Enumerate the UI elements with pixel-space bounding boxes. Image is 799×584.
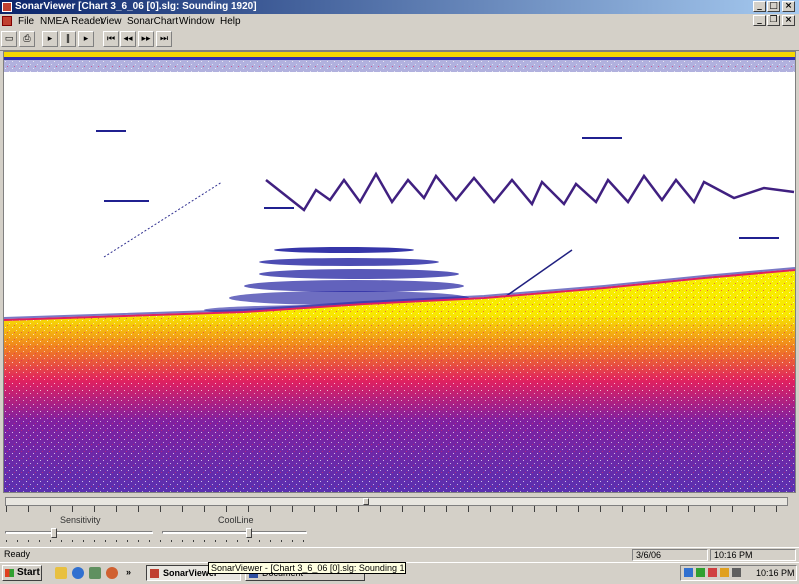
sonar-chart-view[interactable] <box>3 51 796 493</box>
menu-nmea-reader[interactable]: NMEA Reader <box>40 14 104 29</box>
tray-alert-icon[interactable] <box>708 568 717 577</box>
window-title: SonarViewer [Chart 3_6_06 [0].slg: Sound… <box>15 1 257 12</box>
start-button[interactable]: Start <box>2 565 42 581</box>
diagonal-trace <box>103 181 223 258</box>
skip-start-icon[interactable]: ⏮ <box>103 31 119 47</box>
pause-icon[interactable]: ‖ <box>60 31 76 47</box>
menu-help[interactable]: Help <box>220 14 241 29</box>
tray-volume-icon[interactable] <box>720 568 729 577</box>
doc-minimize-icon[interactable]: _ <box>753 15 766 26</box>
slider-ticks <box>6 540 306 542</box>
menu-bar: File NMEA Reader View SonarChart Window … <box>0 14 799 29</box>
quicklaunch-chevron-icon[interactable]: » <box>126 567 131 577</box>
open-icon[interactable]: ▭ <box>1 31 17 47</box>
app-icon[interactable] <box>2 2 12 12</box>
system-tray: 10:16 PM <box>680 565 797 581</box>
sawtooth-trace <box>265 171 795 212</box>
tray-clock[interactable]: 10:16 PM <box>756 566 795 580</box>
scroll-ticks <box>6 506 787 512</box>
browser-icon[interactable] <box>72 567 84 579</box>
toolbar: ▭ ⎙ ▸ ‖ ▸ ⏮ ◂◂ ▸▸ ⏭ <box>0 29 799 51</box>
doc-restore-icon[interactable]: ❐ <box>767 15 780 26</box>
print-icon[interactable]: ⎙ <box>19 31 35 47</box>
menu-window[interactable]: Window <box>179 14 215 29</box>
sensitivity-label: Sensitivity <box>60 515 101 525</box>
desktop-icon[interactable] <box>55 567 67 579</box>
step-forward-icon[interactable]: ▸ <box>78 31 94 47</box>
fast-forward-icon[interactable]: ▸▸ <box>138 31 154 47</box>
title-bar: SonarViewer [Chart 3_6_06 [0].slg: Sound… <box>0 0 799 14</box>
windows-logo-icon <box>5 569 14 577</box>
doc-close-icon[interactable]: × <box>782 15 795 26</box>
scrollbar-thumb[interactable] <box>362 498 369 505</box>
play-icon[interactable]: ▸ <box>42 31 58 47</box>
skip-end-icon[interactable]: ⏭ <box>156 31 172 47</box>
tray-shield-icon[interactable] <box>696 568 705 577</box>
sonarviewer-task-icon <box>150 569 159 578</box>
close-icon[interactable]: × <box>782 1 795 12</box>
status-date: 3/6/06 <box>632 549 708 561</box>
task-tooltip: SonarViewer - [Chart 3_6_06 [0].slg: Sou… <box>208 562 406 574</box>
minimize-icon[interactable]: _ <box>753 1 766 12</box>
coolline-slider-thumb[interactable] <box>246 528 252 538</box>
surface-band <box>4 52 795 57</box>
start-label: Start <box>17 567 40 578</box>
media-icon[interactable] <box>106 567 118 579</box>
explorer-icon[interactable] <box>89 567 101 579</box>
menu-file[interactable]: File <box>18 14 34 29</box>
status-time: 10:16 PM <box>710 549 796 561</box>
menu-view[interactable]: View <box>100 14 122 29</box>
coolline-label: CoolLine <box>218 515 254 525</box>
coolline-slider[interactable] <box>162 531 307 534</box>
sensitivity-slider[interactable] <box>5 531 153 534</box>
status-text: Ready <box>4 549 31 559</box>
maximize-icon[interactable]: □ <box>767 1 780 12</box>
tray-app-icon[interactable] <box>732 568 741 577</box>
rewind-icon[interactable]: ◂◂ <box>120 31 136 47</box>
document-icon[interactable] <box>2 16 12 26</box>
chart-scrollbar[interactable] <box>5 497 788 506</box>
sonar-echogram <box>4 52 795 492</box>
menu-sonarchart[interactable]: SonarChart <box>127 14 178 29</box>
sensitivity-slider-thumb[interactable] <box>50 528 57 538</box>
tray-network-icon[interactable] <box>684 568 693 577</box>
status-bar: Ready 3/6/06 10:16 PM <box>0 547 799 562</box>
